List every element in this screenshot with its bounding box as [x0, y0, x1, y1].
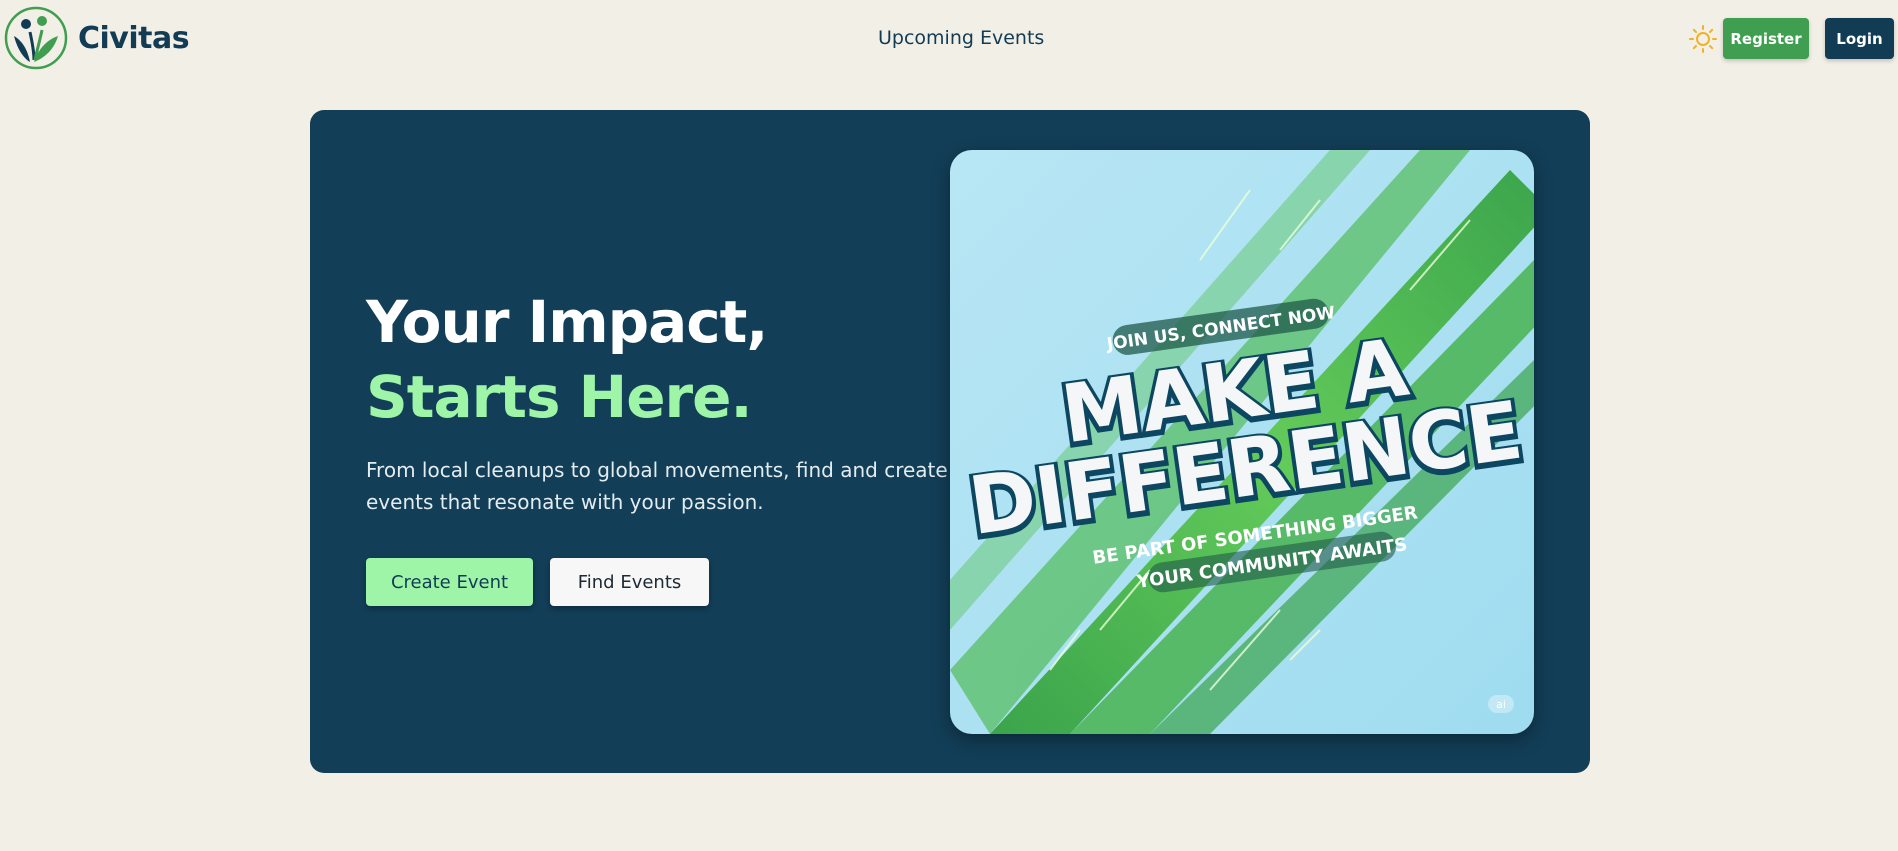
hero-title-accent: Starts Here. [366, 363, 753, 431]
hero-title: Your Impact, Starts Here. [366, 285, 966, 435]
sun-icon[interactable] [1688, 24, 1718, 54]
login-button[interactable]: Login [1825, 18, 1894, 59]
hero-section: Your Impact, Starts Here. From local cle… [310, 110, 1590, 773]
site-header: Civitas Upcoming Events Register Login [0, 0, 1898, 78]
poster-watermark: ai [1496, 698, 1506, 711]
hero-promo-image: JOIN US, CONNECT NOW MAKE A MAKE A DIFFE… [950, 150, 1534, 734]
find-events-button[interactable]: Find Events [550, 558, 709, 606]
hero-title-main: Your Impact, [366, 288, 768, 356]
create-event-button[interactable]: Create Event [366, 558, 533, 606]
civitas-logo-icon [4, 6, 68, 70]
brand-name: Civitas [78, 20, 190, 56]
make-a-difference-poster: JOIN US, CONNECT NOW MAKE A MAKE A DIFFE… [950, 150, 1534, 734]
register-button[interactable]: Register [1723, 18, 1809, 59]
hero-subtitle: From local cleanups to global movements,… [366, 458, 948, 514]
brand-logo[interactable]: Civitas [4, 6, 190, 70]
nav-upcoming-events[interactable]: Upcoming Events [878, 27, 1044, 49]
